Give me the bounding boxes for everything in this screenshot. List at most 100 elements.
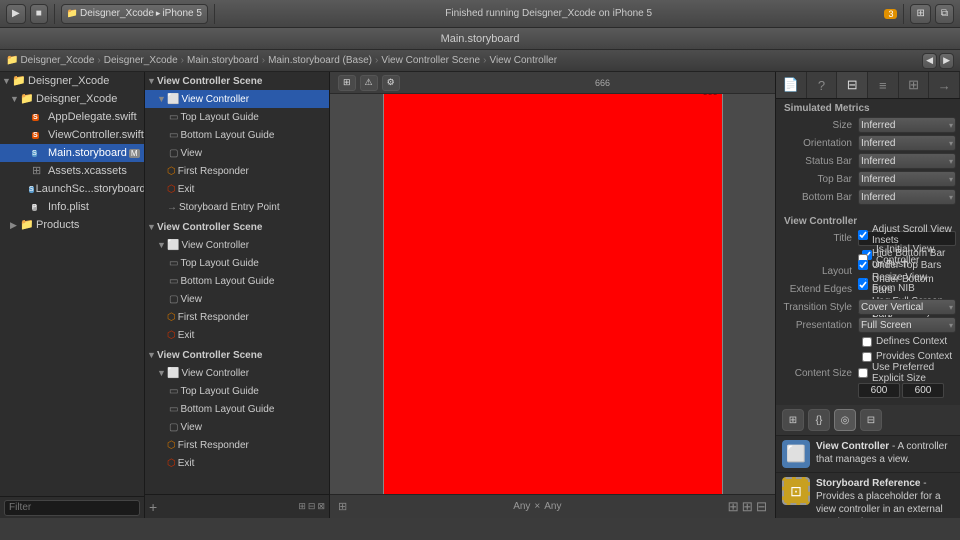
bc-back-btn[interactable]: ◀ — [922, 53, 937, 69]
stop-button[interactable]: ■ — [30, 4, 48, 24]
mode-btn1[interactable]: ⊞ — [298, 501, 306, 512]
adjust-scroll-checkbox[interactable] — [858, 230, 868, 240]
zoom-out-btn[interactable]: ⊟ — [756, 499, 767, 515]
bottombar-select[interactable]: Inferred ▾ — [858, 189, 956, 205]
first-responder-2[interactable]: ⬡ First Responder — [145, 308, 329, 326]
sidebar-item-group[interactable]: ▼ 📁 Deisgner_Xcode — [0, 90, 144, 108]
item-label: Bottom Layout Guide — [180, 276, 274, 287]
under-top-bars-checkbox[interactable] — [858, 260, 868, 270]
under-bottom-bars-checkbox[interactable] — [858, 280, 868, 290]
bc-6[interactable]: View Controller — [489, 55, 557, 66]
sidebar-item-appdelegate[interactable]: ▶ S AppDelegate.swift — [0, 108, 144, 126]
file-inspector-tab[interactable]: 📄 — [776, 72, 807, 98]
attributes-inspector-tab[interactable]: ≡ — [868, 72, 899, 98]
coord-inputs: 600 600 — [858, 383, 944, 398]
view-3[interactable]: ▢ View — [145, 418, 329, 436]
presentation-select[interactable]: Full Screen ▾ — [858, 317, 956, 333]
connections-inspector-tab[interactable]: → — [929, 72, 960, 98]
any-label2: Any — [544, 501, 561, 512]
first-responder-1[interactable]: ⬡ First Responder — [145, 162, 329, 180]
zoom-fit-btn[interactable]: ⊞ — [727, 499, 738, 515]
exit-1[interactable]: ⬡ Exit — [145, 180, 329, 198]
scheme-selector[interactable]: 📁 Deisgner_Xcode ▸ iPhone 5 — [61, 4, 208, 24]
transition-select[interactable]: Cover Vertical ▾ — [858, 299, 956, 315]
sidebar-item-label: Assets.xcassets — [48, 165, 127, 177]
scene1-header[interactable]: ▼ View Controller Scene — [145, 72, 329, 90]
vc-label: View Controller — [181, 368, 249, 379]
canvas[interactable]: 666 — [330, 94, 775, 494]
inspector-toggle-btn[interactable]: ⧉ — [935, 4, 954, 24]
topbar-select[interactable]: Inferred ▾ — [858, 171, 956, 187]
first-responder-3[interactable]: ⬡ First Responder — [145, 436, 329, 454]
inspector-tabs: 📄 ? ⊟ ≡ ⊞ → — [776, 72, 960, 99]
identity-inspector-tab[interactable]: ⊟ — [837, 72, 868, 98]
exit-2[interactable]: ⬡ Exit — [145, 326, 329, 344]
mode-btn2[interactable]: ⊟ — [308, 501, 316, 512]
statusbar-value: Inferred — [861, 156, 895, 167]
defines-context-checkbox[interactable] — [862, 337, 872, 347]
bc-1[interactable]: Deisgner_Xcode — [20, 55, 94, 66]
size-inspector-tab[interactable]: ⊞ — [899, 72, 930, 98]
entry-icon: → — [167, 202, 177, 213]
bottom-layout-3[interactable]: ▭ Bottom Layout Guide — [145, 400, 329, 418]
bottom-icon-tabs: ⊞ {} ◎ ⊟ — [776, 405, 960, 436]
view-2[interactable]: ▢ View — [145, 290, 329, 308]
scene2-header[interactable]: ▼ View Controller Scene — [145, 218, 329, 236]
use-preferred-checkbox[interactable] — [858, 368, 868, 378]
sidebar-item-root[interactable]: ▼ 📁 Deisgner_Xcode — [0, 72, 144, 90]
bi-icon2[interactable]: {} — [808, 409, 830, 431]
bi-icon3[interactable]: ◎ — [834, 409, 856, 431]
orientation-value: Inferred — [861, 138, 895, 149]
statusbar-select[interactable]: Inferred ▾ — [858, 153, 956, 169]
sidebar-item-viewcontroller[interactable]: ▶ S ViewController.swift — [0, 126, 144, 144]
mode-btn3[interactable]: ⊠ — [317, 501, 325, 512]
size-select[interactable]: Inferred ▾ — [858, 117, 956, 133]
warning-btn[interactable]: ⚠ — [360, 75, 378, 91]
warning-badge[interactable]: 3 — [884, 9, 897, 19]
sidebar-item-label: Deisgner_Xcode — [36, 93, 117, 105]
sidebar-item-infoplist[interactable]: ▶ P Info.plist — [0, 198, 144, 216]
zoom-in-btn[interactable]: ⊞ — [742, 499, 753, 515]
top-layout-3[interactable]: ▭ Top Layout Guide — [145, 382, 329, 400]
scene3-header[interactable]: ▼ View Controller Scene — [145, 346, 329, 364]
top-layout-2[interactable]: ▭ Top Layout Guide — [145, 254, 329, 272]
bc-5[interactable]: View Controller Scene — [381, 55, 480, 66]
vc3-item[interactable]: ▼ ⬜ View Controller — [145, 364, 329, 382]
chevron-down-icon: ▾ — [949, 193, 953, 202]
bc-2[interactable]: Deisgner_Xcode — [104, 55, 178, 66]
sidebar-item-launchstoryboard[interactable]: ▶ S LaunchSc...storyboard — [0, 180, 144, 198]
view-toggle-btn[interactable]: ⊞ — [910, 4, 930, 24]
top-layout-1[interactable]: ▭ Top Layout Guide — [145, 108, 329, 126]
bc-fwd-btn[interactable]: ▶ — [939, 53, 954, 69]
use-preferred-label: Use Preferred Explicit Size — [872, 362, 952, 384]
bc-4[interactable]: Main.storyboard (Base) — [268, 55, 372, 66]
width-input[interactable]: 600 — [858, 383, 900, 398]
bc-3[interactable]: Main.storyboard — [187, 55, 259, 66]
exit-3[interactable]: ⬡ Exit — [145, 454, 329, 472]
sidebar-item-mainstoryboard[interactable]: ▶ S Main.storyboard M — [0, 144, 144, 162]
view-1[interactable]: ▢ View — [145, 144, 329, 162]
vc2-item[interactable]: ▼ ⬜ View Controller — [145, 236, 329, 254]
storyboard-entry-1[interactable]: → Storyboard Entry Point — [145, 198, 329, 216]
layout-icon: ▭ — [169, 276, 178, 287]
orientation-select[interactable]: Inferred ▾ — [858, 135, 956, 151]
bottom-layout-2[interactable]: ▭ Bottom Layout Guide — [145, 272, 329, 290]
vc-info-title: View Controller — [816, 441, 889, 452]
constraint-btn[interactable]: ⚙ — [382, 75, 400, 91]
quick-help-tab[interactable]: ? — [807, 72, 838, 98]
bi-icon4[interactable]: ⊟ — [860, 409, 882, 431]
size-value: Inferred — [861, 120, 895, 131]
bi-icon1[interactable]: ⊞ — [782, 409, 804, 431]
filter-input[interactable] — [4, 500, 140, 516]
add-btn[interactable]: ⊞ — [338, 75, 356, 91]
provides-context-checkbox[interactable] — [862, 352, 872, 362]
add-object-btn[interactable]: + — [149, 499, 157, 515]
storyboard-icon-btn[interactable]: ⊞ — [338, 500, 347, 513]
layout-icon: ▭ — [169, 258, 178, 269]
sidebar-item-assets[interactable]: ▶ ⊞ Assets.xcassets — [0, 162, 144, 180]
sidebar-item-products[interactable]: ▶ 📁 Products — [0, 216, 144, 234]
bottom-layout-1[interactable]: ▭ Bottom Layout Guide — [145, 126, 329, 144]
play-button[interactable]: ▶ — [6, 4, 26, 24]
vc1-item[interactable]: ▼ ⬜ View Controller — [145, 90, 329, 108]
height-input[interactable]: 600 — [902, 383, 944, 398]
